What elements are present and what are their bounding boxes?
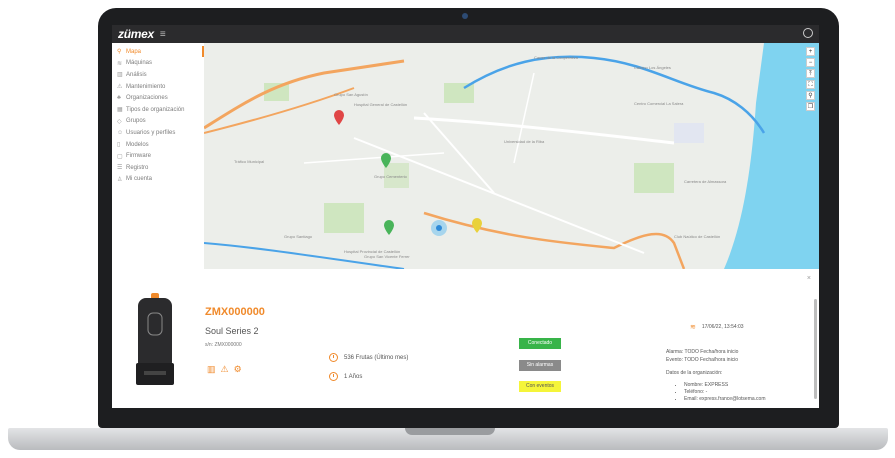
- map-canvas: Carrer de la Cooperativa Camino Los Ángel…: [204, 43, 819, 269]
- laptop-camera: [462, 13, 468, 19]
- sidebar: ⚲ Mapa ≋ Máquinas ▥ Análisis ⚠ Mantenimiento…: [112, 43, 205, 269]
- close-panel-button[interactable]: ×: [807, 275, 811, 282]
- zoom-in-button[interactable]: +: [806, 47, 815, 56]
- laptop-screen: zümex ≡ ⚲ Mapa ≋ Máquinas ▥ Análisis ⚠ Mante…: [112, 25, 819, 408]
- wifi-icon: ≋: [690, 324, 696, 331]
- machine-model: Soul Series 2: [205, 326, 259, 336]
- map-street-label: Grupo Santiago: [284, 234, 313, 239]
- map-street-label: Grupo San Agustín: [334, 92, 368, 97]
- event-line: Evento: TODO Fecha/hora inicio: [666, 357, 739, 363]
- map-street-label: Camino Los Ángeles: [634, 65, 671, 70]
- gear-icon[interactable]: ⚙: [234, 364, 242, 375]
- compass-button[interactable]: ⤒: [806, 69, 815, 78]
- org-title: Datos de la organización:: [666, 370, 723, 376]
- grid-icon: ▦: [117, 107, 123, 114]
- zoom-out-button[interactable]: −: [806, 58, 815, 67]
- org-details: Nombre: EXPRESS Teléfono: - Email: expre…: [666, 382, 796, 402]
- org-phone: Teléfono: -: [684, 389, 796, 395]
- list-icon: ☰: [117, 165, 123, 172]
- machine-serial: s/n: ZMX000000: [205, 342, 242, 348]
- sidebar-item-analisis[interactable]: ▥ Análisis: [112, 69, 204, 81]
- map-street-label: Hospital General de Castellón: [354, 102, 407, 107]
- filter-button[interactable]: ⚲: [806, 91, 815, 100]
- user-circle-icon[interactable]: [803, 28, 813, 38]
- layers-button[interactable]: ❐: [806, 102, 815, 111]
- hamburger-icon[interactable]: ≡: [160, 29, 166, 40]
- sidebar-item-firmware[interactable]: ▢ Firmware: [112, 150, 204, 162]
- tag-icon: ◇: [117, 118, 122, 125]
- map-street-label: Club Naútico de Castellón: [674, 234, 720, 239]
- user-icon: ♙: [117, 176, 123, 183]
- age-stat: 1 Años: [329, 372, 362, 381]
- machine-name: ZMX000000: [205, 306, 265, 318]
- map-street-label: Grupo Cementerio: [374, 174, 408, 179]
- sidebar-item-tipos-organizacion[interactable]: ▦ Tipos de organización: [112, 104, 204, 116]
- warning-icon: ⚠: [117, 84, 123, 91]
- wifi-icon: ≋: [117, 60, 123, 67]
- device-icon: ▯: [117, 142, 121, 149]
- clock-icon: [329, 353, 338, 362]
- sidebar-item-maquinas[interactable]: ≋ Máquinas: [112, 58, 204, 70]
- map-controls: + − ⤒ ⛶ ⚲ ❐: [806, 47, 815, 113]
- panel-scrollbar[interactable]: [814, 299, 817, 399]
- org-name: Nombre: EXPRESS: [684, 382, 796, 388]
- status-alarms-badge: Sin alarmas: [519, 360, 561, 371]
- juicer-machine-image: [136, 293, 174, 385]
- map-street-label: Universidad de la Riba: [504, 139, 545, 144]
- zumex-logo[interactable]: zümex: [118, 27, 154, 41]
- sidebar-item-mapa[interactable]: ⚲ Mapa: [112, 46, 204, 58]
- map-street-label: Grupo San Vicente Ferrer: [364, 254, 410, 259]
- laptop-notch: [405, 428, 495, 435]
- file-icon: ▢: [117, 153, 123, 160]
- sidebar-item-organizaciones[interactable]: ♣ Organizaciones: [112, 92, 204, 104]
- connection-time: ≋ 17/06/22, 13:54:03: [690, 324, 744, 331]
- map-pin-icon: ⚲: [117, 49, 122, 56]
- map-street-label: Tráfico Municipal: [234, 159, 264, 164]
- analytics-icon[interactable]: ▥: [207, 364, 216, 375]
- bar-chart-icon: ▥: [117, 72, 123, 79]
- machine-info: ≋ 17/06/22, 13:54:03 Alarma: TODO Fecha/…: [666, 323, 796, 403]
- map-view[interactable]: Carrer de la Cooperativa Camino Los Ángel…: [204, 43, 819, 269]
- fruits-stat: 536 Frutas (Último mes): [329, 353, 408, 362]
- sidebar-item-registro[interactable]: ☰ Registro: [112, 162, 204, 174]
- map-street-label: Carretera de Almassora: [684, 179, 727, 184]
- machine-actions: ▥ ⚠ ⚙: [207, 364, 242, 375]
- org-email: Email: express.france@lotsema.com: [684, 396, 796, 402]
- sidebar-item-grupos[interactable]: ◇ Grupos: [112, 116, 204, 128]
- fullscreen-button[interactable]: ⛶: [806, 80, 815, 89]
- map-street-label: Centro Comercial La Salera: [634, 101, 684, 106]
- map-street-label: Carrer de la Cooperativa: [534, 55, 579, 60]
- users-icon: ☺: [117, 129, 124, 136]
- sidebar-item-mi-cuenta[interactable]: ♙ Mi cuenta: [112, 174, 204, 186]
- warning-icon[interactable]: ⚠: [221, 364, 229, 375]
- status-events-badge: Con eventos: [519, 381, 561, 392]
- machine-detail-panel: × ZMX000000 Soul Series 2 s/n: ZMX000000…: [112, 269, 819, 408]
- alarm-line: Alarma: TODO Fecha/hora inicio: [666, 349, 739, 355]
- timer-icon: [329, 372, 338, 381]
- sidebar-item-usuarios[interactable]: ☺ Usuarios y perfiles: [112, 127, 204, 139]
- org-tree-icon: ♣: [117, 95, 121, 102]
- status-connected-badge: Conectado: [519, 338, 561, 349]
- sidebar-item-mantenimiento[interactable]: ⚠ Mantenimiento: [112, 81, 204, 93]
- sidebar-item-modelos[interactable]: ▯ Modelos: [112, 139, 204, 151]
- app-header: zümex ≡: [112, 25, 819, 43]
